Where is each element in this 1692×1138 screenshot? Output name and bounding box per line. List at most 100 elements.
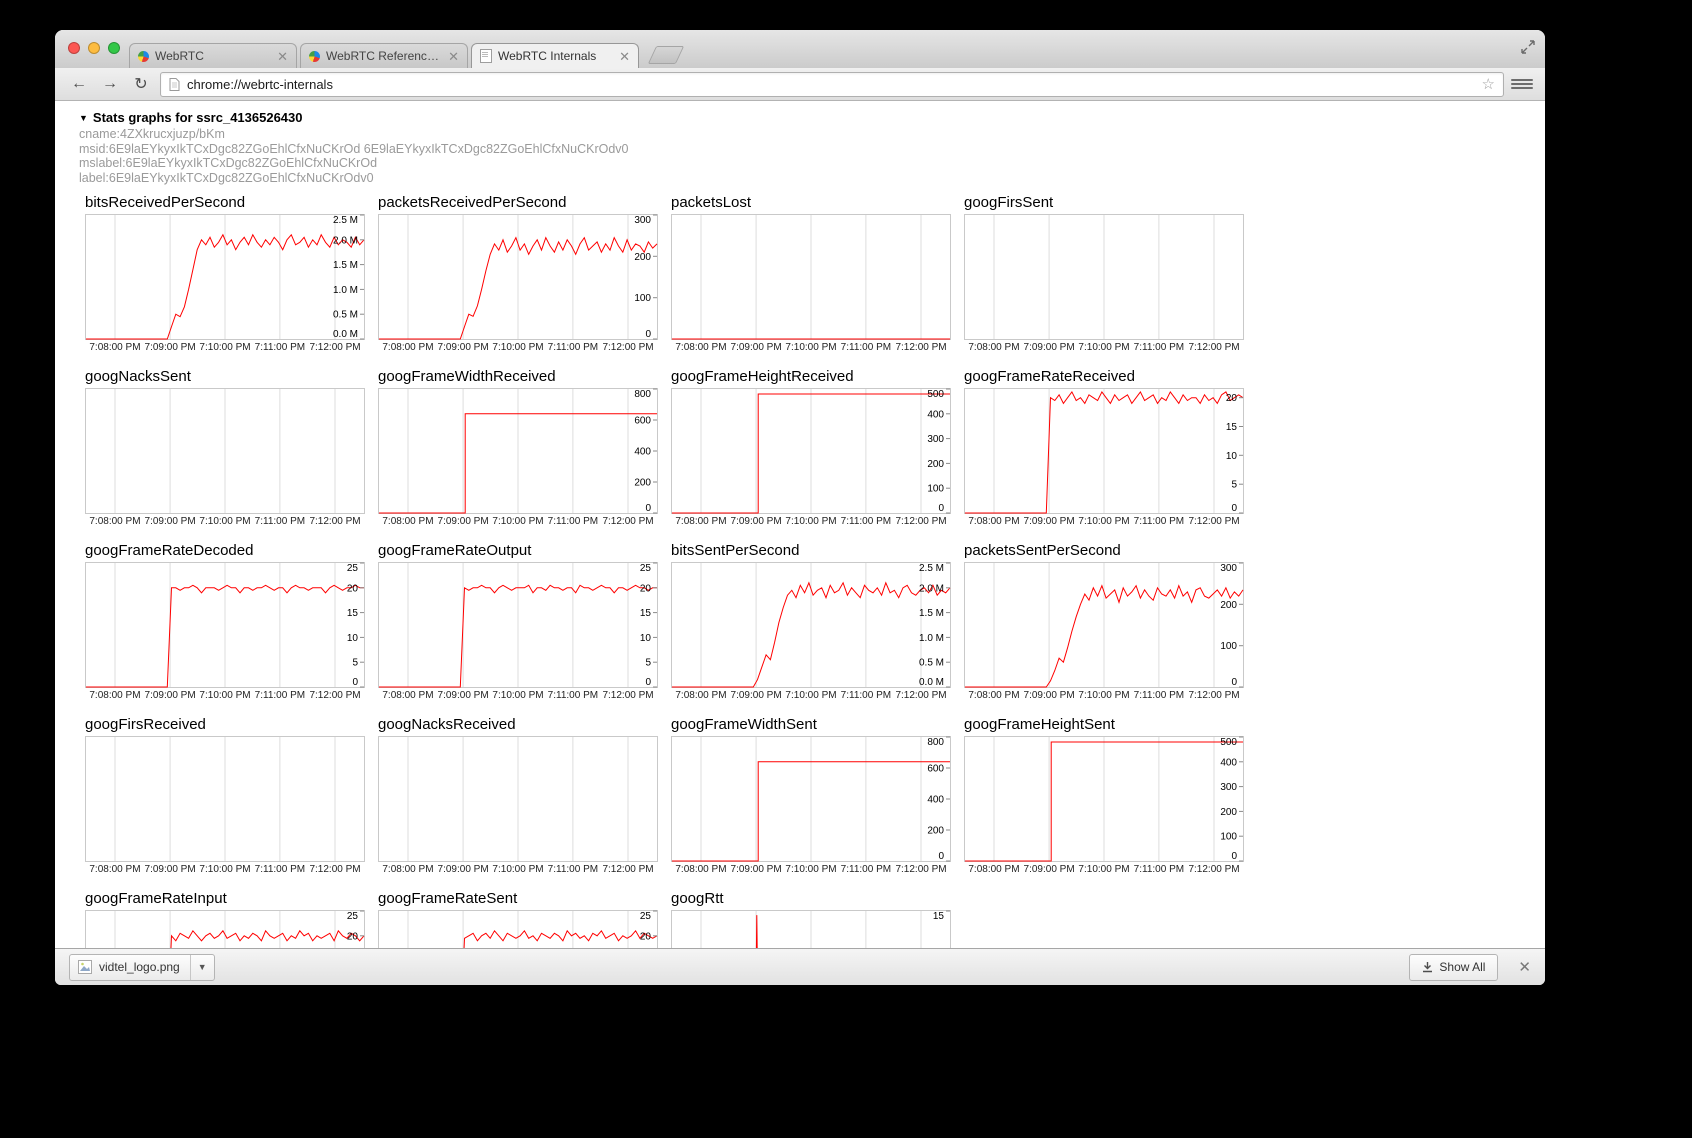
chart-plot: 3002001000 [964, 562, 1244, 688]
svg-text:15: 15 [1226, 422, 1238, 433]
svg-text:2.0 M: 2.0 M [919, 584, 944, 595]
tab-webrtc[interactable]: WebRTC ✕ [129, 43, 297, 68]
time-tick-label: 7:10:00 PM [199, 342, 250, 353]
svg-text:400: 400 [634, 447, 651, 458]
time-tick-label: 7:08:00 PM [89, 864, 140, 875]
svg-text:0.0 M: 0.0 M [333, 329, 358, 340]
time-tick-label: 7:08:00 PM [382, 864, 433, 875]
chart-googFrameWidthReceived: googFrameWidthReceived80060040020007:08:… [378, 368, 658, 527]
chart-googFirsReceived: googFirsReceived7:08:00 PM7:09:00 PM7:10… [85, 716, 365, 875]
svg-text:25: 25 [640, 563, 652, 574]
chart-plot: 8006004002000 [671, 736, 951, 862]
menu-icon[interactable] [1511, 75, 1533, 93]
chart-title: googFrameRateOutput [378, 542, 658, 559]
time-axis: 7:08:00 PM7:09:00 PM7:10:00 PM7:11:00 PM… [671, 688, 951, 701]
svg-text:10: 10 [347, 633, 359, 644]
svg-text:5: 5 [645, 658, 651, 669]
page-favicon-icon [480, 49, 492, 63]
svg-text:10: 10 [1226, 451, 1238, 462]
chart-googFrameWidthSent: googFrameWidthSent80060040020007:08:00 P… [671, 716, 951, 875]
svg-text:15: 15 [933, 911, 945, 922]
chart-plot: 2.5 M2.0 M1.5 M1.0 M0.5 M0.0 M [85, 214, 365, 340]
tab-webrtc-reference-app[interactable]: WebRTC Reference App ✕ [300, 43, 468, 68]
download-arrow-icon [1422, 961, 1433, 973]
back-button[interactable]: ← [67, 72, 91, 96]
tab-close-icon[interactable]: ✕ [448, 50, 459, 63]
browser-toolbar: ← → ↻ chrome://webrtc-internals ☆ [55, 68, 1545, 101]
time-tick-label: 7:09:00 PM [145, 864, 196, 875]
fullscreen-icon[interactable] [1521, 40, 1535, 59]
time-tick-label: 7:11:00 PM [548, 864, 598, 875]
svg-text:0: 0 [352, 677, 358, 688]
svg-text:200: 200 [927, 459, 944, 470]
chart-googFrameRateInput: googFrameRateInput25201510507:08:00 PM7:… [85, 890, 365, 948]
svg-text:0.5 M: 0.5 M [919, 658, 944, 669]
time-axis: 7:08:00 PM7:09:00 PM7:10:00 PM7:11:00 PM… [964, 514, 1244, 527]
chart-googFrameHeightSent: googFrameHeightSent50040030020010007:08:… [964, 716, 1244, 875]
time-tick-label: 7:10:00 PM [785, 864, 836, 875]
zoom-window-button[interactable] [108, 42, 120, 54]
chart-googFrameHeightReceived: googFrameHeightReceived50040030020010007… [671, 368, 951, 527]
time-tick-label: 7:10:00 PM [785, 342, 836, 353]
time-tick-label: 7:12:00 PM [309, 690, 360, 701]
time-tick-label: 7:11:00 PM [255, 342, 305, 353]
tab-close-icon[interactable]: ✕ [277, 50, 288, 63]
time-tick-label: 7:11:00 PM [255, 690, 305, 701]
chart-title: packetsSentPerSecond [964, 542, 1244, 559]
svg-text:600: 600 [927, 764, 944, 775]
chart-googNacksSent: googNacksSent7:08:00 PM7:09:00 PM7:10:00… [85, 368, 365, 527]
time-axis: 7:08:00 PM7:09:00 PM7:10:00 PM7:11:00 PM… [964, 862, 1244, 875]
new-tab-button[interactable] [648, 46, 684, 64]
svg-text:100: 100 [634, 294, 651, 305]
url-text[interactable]: chrome://webrtc-internals [187, 77, 1475, 92]
tab-close-icon[interactable]: ✕ [619, 50, 630, 63]
svg-text:300: 300 [927, 434, 944, 445]
svg-text:5: 5 [1231, 480, 1237, 491]
address-bar[interactable]: chrome://webrtc-internals ☆ [160, 72, 1504, 97]
time-tick-label: 7:08:00 PM [675, 690, 726, 701]
forward-button[interactable]: → [98, 72, 122, 96]
download-item[interactable]: vidtel_logo.png ▼ [69, 954, 215, 981]
stats-section-header[interactable]: ▼ Stats graphs for ssrc_4136526430 [79, 110, 1545, 125]
stat-meta-cname: cname:4ZXkrucxjuzp/bKm [79, 127, 1545, 142]
time-tick-label: 7:11:00 PM [841, 690, 891, 701]
time-tick-label: 7:12:00 PM [895, 516, 946, 527]
svg-text:15: 15 [347, 608, 359, 619]
svg-text:100: 100 [1220, 832, 1237, 843]
time-axis: 7:08:00 PM7:09:00 PM7:10:00 PM7:11:00 PM… [378, 862, 658, 875]
stat-meta-label: label:6E9laEYkyxIkTCxDgc82ZGoEhlCfxNuCKr… [79, 171, 1545, 186]
svg-text:400: 400 [1220, 758, 1237, 769]
tab-webrtc-internals[interactable]: WebRTC Internals ✕ [471, 43, 639, 68]
chart-title: googFirsReceived [85, 716, 365, 733]
time-tick-label: 7:12:00 PM [1188, 342, 1239, 353]
close-download-bar-icon[interactable]: ✕ [1518, 960, 1531, 975]
time-tick-label: 7:12:00 PM [309, 864, 360, 875]
time-tick-label: 7:09:00 PM [145, 342, 196, 353]
time-tick-label: 7:09:00 PM [438, 864, 489, 875]
time-tick-label: 7:11:00 PM [1134, 690, 1184, 701]
svg-text:600: 600 [634, 416, 651, 427]
time-tick-label: 7:09:00 PM [731, 516, 782, 527]
show-all-button[interactable]: Show All [1409, 954, 1498, 981]
minimize-window-button[interactable] [88, 42, 100, 54]
time-tick-label: 7:10:00 PM [1078, 690, 1129, 701]
time-tick-label: 7:12:00 PM [895, 342, 946, 353]
time-axis: 7:08:00 PM7:09:00 PM7:10:00 PM7:11:00 PM… [964, 688, 1244, 701]
svg-text:5: 5 [352, 658, 358, 669]
browser-window: WebRTC ✕ WebRTC Reference App ✕ WebRTC I… [55, 30, 1545, 985]
time-tick-label: 7:10:00 PM [785, 516, 836, 527]
time-tick-label: 7:12:00 PM [602, 342, 653, 353]
bookmark-star-icon[interactable]: ☆ [1482, 75, 1495, 93]
reload-button[interactable]: ↻ [129, 72, 153, 96]
close-window-button[interactable] [68, 42, 80, 54]
time-tick-label: 7:12:00 PM [1188, 690, 1239, 701]
time-tick-label: 7:09:00 PM [731, 342, 782, 353]
time-axis: 7:08:00 PM7:09:00 PM7:10:00 PM7:11:00 PM… [378, 514, 658, 527]
svg-text:1.0 M: 1.0 M [333, 285, 358, 296]
svg-text:1.0 M: 1.0 M [919, 633, 944, 644]
svg-text:1.5 M: 1.5 M [919, 608, 944, 619]
collapse-triangle-icon[interactable]: ▼ [79, 113, 88, 123]
download-chevron-down-icon[interactable]: ▼ [191, 962, 214, 972]
svg-text:200: 200 [1220, 807, 1237, 818]
svg-text:2.0 M: 2.0 M [333, 236, 358, 247]
